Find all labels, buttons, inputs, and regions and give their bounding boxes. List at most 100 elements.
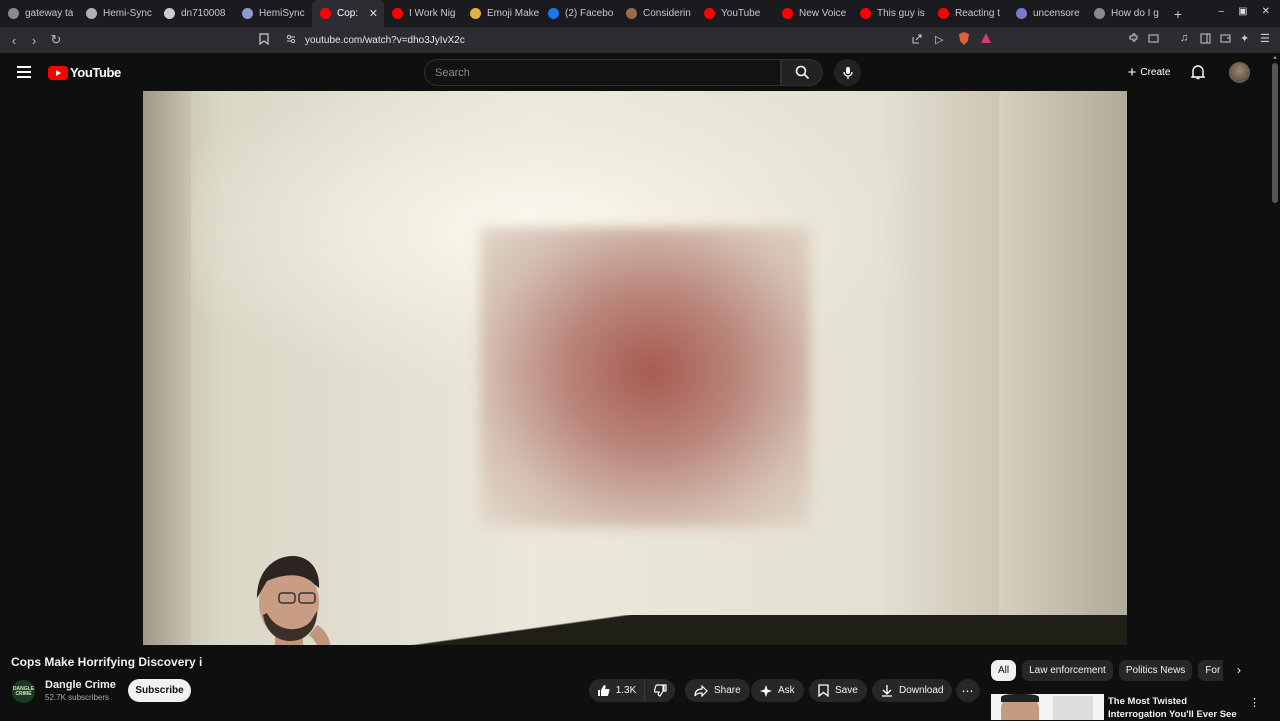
browser-tab[interactable]: HemiSync [234, 0, 312, 27]
maximize-icon[interactable]: ▣ [1238, 6, 1247, 17]
scroll-up-icon[interactable]: ▲ [1272, 55, 1278, 61]
share-icon [694, 684, 708, 697]
tab-label: Cop: [337, 8, 359, 19]
bookmark-icon [818, 684, 829, 697]
tab-favicon-icon [626, 8, 637, 19]
browser-tab[interactable]: dn710008 [156, 0, 234, 27]
tab-label: YouTube [721, 8, 761, 19]
share-label: Share [714, 685, 741, 696]
window-controls: – ▣ ✕ [1219, 6, 1270, 17]
leo-ai-icon[interactable]: ✦ [1240, 32, 1249, 45]
tab-favicon-icon [1016, 8, 1027, 19]
screenshot-icon[interactable] [1148, 33, 1159, 47]
more-vert-icon[interactable]: ⋮ [1249, 696, 1260, 709]
tab-favicon-icon [938, 8, 949, 19]
browser-tab[interactable]: Cop: ✕ [312, 0, 384, 27]
chip-politics-news[interactable]: Politics News [1118, 660, 1193, 681]
like-button[interactable]: 1.3K [589, 679, 645, 702]
chevron-right-icon[interactable]: › [1237, 663, 1241, 677]
channel-name[interactable]: Dangle Crime [45, 679, 116, 691]
tab-label: Emoji Make [487, 8, 540, 19]
address-bar[interactable]: youtube.com/watch?v=dho3JyIvX2c [253, 30, 998, 50]
page-scrollbar[interactable]: ▲ [1270, 53, 1280, 720]
thumbs-down-icon [653, 684, 667, 697]
subscribe-button[interactable]: Subscribe [128, 679, 191, 702]
brave-shield-icon[interactable] [958, 32, 970, 48]
menu-icon[interactable]: ☰ [1260, 32, 1270, 45]
chip-law-enforcement[interactable]: Law enforcement [1022, 660, 1113, 681]
wallet-icon[interactable] [1220, 33, 1231, 47]
browser-tab[interactable]: Considerin [618, 0, 696, 27]
scrollbar-thumb[interactable] [1272, 63, 1278, 203]
browser-toolbar: ‹ › ↻ youtube.com/watch?v=dho3JyIvX2c ▷ … [0, 27, 1280, 53]
open-external-icon[interactable] [912, 34, 922, 47]
youtube-logo[interactable]: YouTube [48, 65, 121, 80]
save-label: Save [835, 685, 858, 696]
tab-favicon-icon [470, 8, 481, 19]
logo-text: YouTube [70, 65, 121, 80]
forward-icon[interactable]: › [24, 33, 44, 48]
dislike-button[interactable] [645, 684, 675, 697]
youtube-header: YouTube Search + Create [0, 53, 1280, 91]
minimize-icon[interactable]: – [1219, 6, 1225, 17]
share-button[interactable]: Share [685, 679, 750, 702]
browser-tab[interactable]: This guy is [852, 0, 930, 27]
like-count: 1.3K [615, 685, 637, 696]
more-actions-button[interactable]: ⋯ [956, 679, 980, 702]
youtube-play-icon [48, 65, 68, 80]
related-chips: All Law enforcement Politics News For y [991, 660, 1223, 681]
search-input[interactable]: Search [424, 59, 781, 86]
tab-label: Considerin [643, 8, 691, 19]
browser-tab[interactable]: Hemi-Sync [78, 0, 156, 27]
browser-tab[interactable]: Emoji Make [462, 0, 540, 27]
ask-label: Ask [778, 685, 795, 696]
browser-tab[interactable]: gateway ta [0, 0, 78, 27]
sidebar-icon[interactable] [1200, 33, 1211, 47]
close-tab-icon[interactable]: ✕ [369, 7, 378, 20]
browser-tab[interactable]: I Work Nig [384, 0, 462, 27]
recommended-video-title[interactable]: The Most Twisted Interrogation You'll Ev… [1108, 695, 1243, 721]
tab-label: I Work Nig [409, 8, 456, 19]
video-title: Cops Make Horrifying Discovery i [11, 655, 203, 669]
save-button[interactable]: Save [809, 679, 867, 702]
user-avatar[interactable] [1229, 62, 1250, 83]
download-label: Download [899, 685, 944, 696]
brave-rewards-icon[interactable] [980, 32, 992, 47]
browser-tab[interactable]: Reacting t [930, 0, 1008, 27]
browser-tab[interactable]: YouTube [696, 0, 774, 27]
site-settings-icon[interactable] [286, 34, 296, 47]
download-button[interactable]: Download [872, 679, 953, 702]
browser-tab[interactable]: uncensore [1008, 0, 1086, 27]
recommended-video-thumbnail[interactable] [991, 694, 1104, 720]
hamburger-menu-icon[interactable] [17, 66, 31, 81]
subscriber-count: 52.7K subscribers [45, 693, 110, 702]
send-icon[interactable]: ▷ [935, 33, 943, 46]
search-button[interactable] [781, 59, 823, 86]
notifications-bell-icon[interactable] [1190, 64, 1206, 85]
tab-favicon-icon [86, 8, 97, 19]
reload-icon[interactable]: ↻ [46, 32, 66, 48]
chip-all[interactable]: All [991, 660, 1017, 681]
ask-button[interactable]: Ask [751, 679, 804, 702]
close-window-icon[interactable]: ✕ [1262, 6, 1270, 17]
tab-label: dn710008 [181, 8, 226, 19]
url-text: youtube.com/watch?v=dho3JyIvX2c [305, 34, 465, 46]
chip-for-you[interactable]: For y [1198, 660, 1223, 681]
tab-favicon-icon [1094, 8, 1105, 19]
media-icon[interactable]: ♫ [1180, 32, 1188, 44]
browser-tab[interactable]: How do I g [1086, 0, 1164, 27]
create-button[interactable]: + Create [1121, 60, 1177, 85]
back-icon[interactable]: ‹ [4, 33, 24, 48]
new-tab-icon[interactable]: + [1168, 6, 1188, 22]
tab-label: uncensore [1033, 8, 1080, 19]
extensions-icon[interactable] [1128, 33, 1139, 47]
browser-tab[interactable]: New Voice [774, 0, 852, 27]
voice-search-button[interactable] [834, 59, 861, 86]
video-info-section: Cops Make Horrifying Discovery i DANGLE … [0, 645, 1280, 720]
download-icon [881, 684, 893, 697]
tab-favicon-icon [704, 8, 715, 19]
browser-tab[interactable]: (2) Facebo [540, 0, 618, 27]
search-icon [795, 65, 809, 80]
blurred-region [480, 227, 810, 527]
channel-avatar[interactable]: DANGLE CRIME [12, 680, 35, 703]
